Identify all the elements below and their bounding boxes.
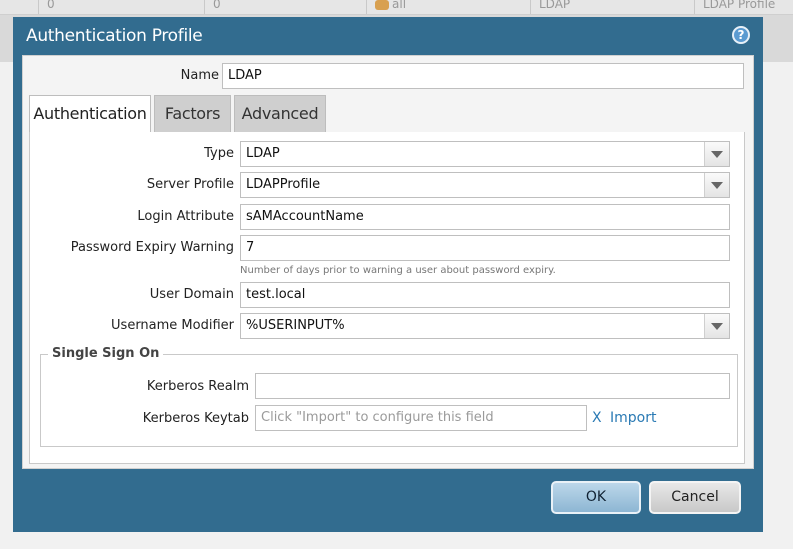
tab-factors[interactable]: Factors [154, 95, 231, 132]
dialog-title: Authentication Profile [26, 26, 203, 46]
tab-authentication[interactable]: Authentication [29, 95, 151, 133]
username-modifier-value: %USERINPUT% [246, 318, 345, 333]
background-cell: 0 [204, 0, 368, 14]
tab-advanced[interactable]: Advanced [234, 95, 326, 132]
import-link[interactable]: Import [610, 410, 656, 426]
kerberos-realm-input[interactable] [255, 373, 730, 399]
background-cell: 0 [38, 0, 207, 14]
background-cell: LDAP Profile [694, 0, 793, 14]
name-input[interactable]: LDAP [222, 63, 744, 89]
login-attribute-input[interactable]: sAMAccountName [240, 204, 730, 230]
single-sign-on-legend: Single Sign On [48, 346, 164, 361]
type-value: LDAP [246, 146, 280, 161]
kerberos-keytab-input[interactable]: Click "Import" to configure this field [255, 405, 587, 431]
server-profile-select[interactable]: LDAPProfile [240, 172, 730, 198]
name-label: Name [180, 68, 219, 83]
server-profile-label: Server Profile [146, 177, 234, 192]
help-icon[interactable]: ? [732, 26, 750, 44]
background-row: 0 0 all LDAP LDAP Profile [0, 0, 793, 15]
dialog-body: Name LDAP Authentication Factors Advance… [22, 55, 754, 469]
authentication-tab-content: Type LDAP Server Profile LDAPProfile Log… [29, 132, 745, 464]
username-modifier-label: Username Modifier [111, 318, 234, 333]
background-cell: LDAP [530, 0, 694, 14]
cancel-button[interactable]: Cancel [649, 481, 741, 514]
clear-keytab-link[interactable]: X [592, 410, 602, 426]
password-expiry-input[interactable]: 7 [240, 235, 730, 261]
background-cell-text: all [392, 0, 407, 11]
username-modifier-select[interactable]: %USERINPUT% [240, 313, 730, 339]
kerberos-keytab-label: Kerberos Keytab [142, 411, 249, 426]
user-domain-input[interactable]: test.local [240, 282, 730, 308]
chevron-down-icon[interactable] [704, 173, 729, 197]
type-select[interactable]: LDAP [240, 141, 730, 167]
group-icon [375, 0, 389, 10]
background-cell: all [366, 0, 530, 14]
chevron-down-icon[interactable] [704, 314, 729, 338]
user-domain-label: User Domain [149, 287, 234, 302]
kerberos-realm-label: Kerberos Realm [146, 379, 249, 394]
single-sign-on-group: Single Sign On Kerberos Realm Kerberos K… [40, 346, 738, 447]
authentication-profile-dialog: Authentication Profile ? Name LDAP Authe… [13, 17, 763, 532]
type-label: Type [204, 146, 234, 161]
ok-button[interactable]: OK [551, 481, 641, 514]
login-attribute-label: Login Attribute [137, 209, 234, 224]
chevron-down-icon[interactable] [704, 142, 729, 166]
server-profile-value: LDAPProfile [246, 177, 321, 192]
password-expiry-hint: Number of days prior to warning a user a… [240, 265, 556, 276]
password-expiry-label: Password Expiry Warning [70, 240, 234, 255]
